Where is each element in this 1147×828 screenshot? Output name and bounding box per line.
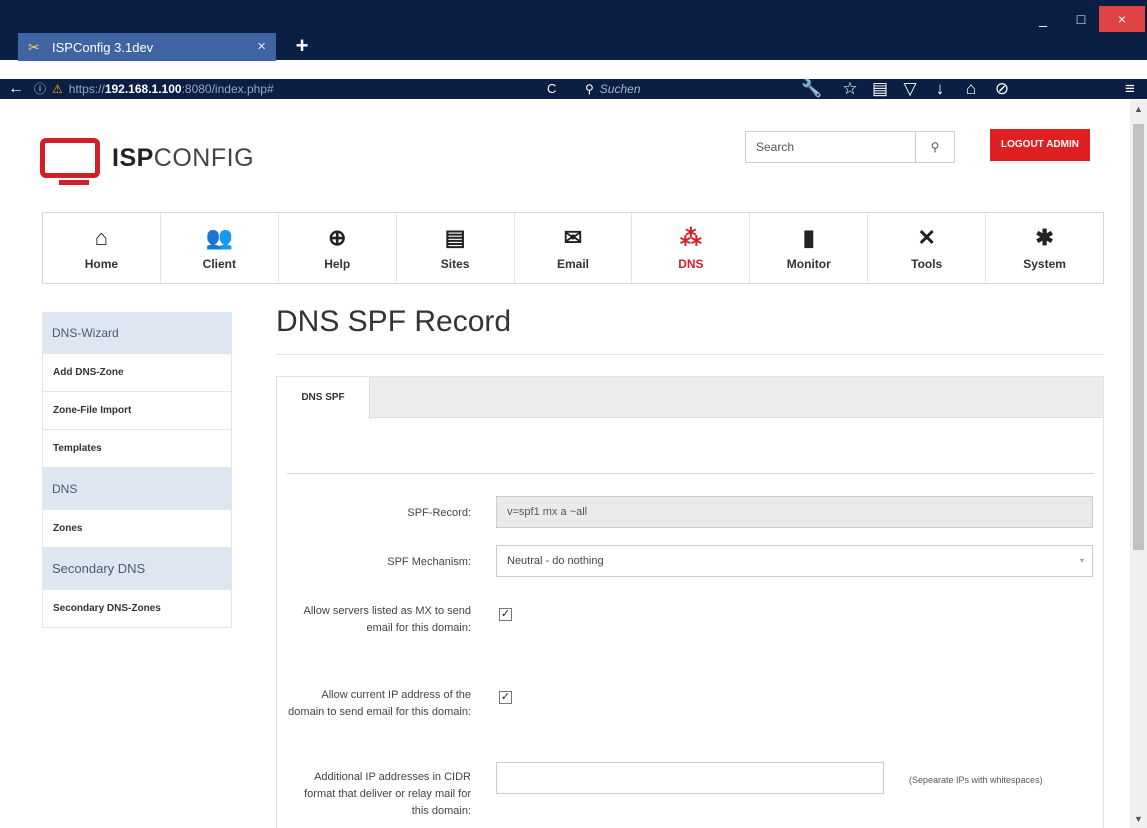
- nav-label: Sites: [440, 257, 470, 271]
- pocket-icon[interactable]: ▽: [898, 78, 922, 100]
- nav-label: Help: [324, 257, 351, 271]
- sidebar-item-zones[interactable]: Zones: [42, 510, 232, 548]
- additional-ip-input[interactable]: [496, 762, 884, 794]
- panel-tab-bar: [277, 377, 1103, 418]
- ispconfig-favicon-icon: ✂: [28, 38, 40, 55]
- dns-network-icon: ⁂: [679, 225, 702, 250]
- url-bar[interactable]: ⓘ ⚠ https:// 192.168.1.100 :8080/index.p…: [34, 80, 580, 98]
- spf-mechanism-value: Neutral - do nothing: [507, 555, 604, 567]
- sidebar-item-templates[interactable]: Templates: [42, 430, 232, 468]
- insecure-lock-icon[interactable]: ⚠: [52, 80, 63, 98]
- spf-record-label: SPF-Record:: [407, 507, 471, 519]
- allow-mx-checkbox[interactable]: ✓: [499, 608, 512, 621]
- allow-mx-label: Allow servers listed as MX to send email…: [303, 605, 471, 634]
- monitor-logo-icon: [40, 138, 100, 185]
- form-divider: [287, 473, 1094, 474]
- nav-label: Tools: [911, 257, 943, 271]
- info-icon[interactable]: ⓘ: [34, 80, 46, 98]
- url-scheme: https://: [68, 82, 105, 96]
- nav-label: Email: [557, 257, 590, 271]
- form-panel: DNS SPF SPF-Record: v=spf1 mx a ~all SPF…: [276, 376, 1104, 828]
- scroll-down-arrow-icon[interactable]: ▼: [1130, 814, 1147, 824]
- tab-close-icon[interactable]: ×: [257, 38, 266, 55]
- home-icon[interactable]: ⌂: [959, 78, 983, 100]
- logout-button[interactable]: LOGOUT ADMIN: [990, 129, 1090, 161]
- sidebar-item-zone-file-import[interactable]: Zone-File Import: [42, 392, 232, 430]
- sidebar-section-dns: DNS: [42, 468, 232, 510]
- download-icon[interactable]: ↓: [928, 78, 952, 100]
- nav-email[interactable]: ✉ Email: [514, 213, 633, 283]
- allow-ip-label: Allow current IP address of the domain t…: [288, 689, 471, 718]
- tools-icon: ✕: [917, 225, 936, 250]
- spf-record-field[interactable]: v=spf1 mx a ~all: [496, 496, 1093, 528]
- nav-client[interactable]: 👥 Client: [160, 213, 279, 283]
- search-icon: ⚲: [585, 82, 594, 96]
- page-scrollbar[interactable]: ▲ ▼: [1130, 100, 1147, 828]
- page-viewport: ISPCONFIG Search ⚲ LOGOUT ADMIN ⌂ Home 👥…: [0, 100, 1130, 828]
- title-divider: [276, 354, 1104, 355]
- sidebar-section-dns-wizard: DNS-Wizard: [42, 312, 232, 354]
- url-host: 192.168.1.100: [104, 82, 182, 96]
- wrench-icon[interactable]: 🔧: [800, 78, 824, 100]
- browser-search-placeholder: Suchen: [599, 82, 641, 96]
- lifebuoy-icon: ⊕: [328, 225, 347, 250]
- browser-tab[interactable]: ✂ ISPConfig 3.1dev ×: [18, 33, 276, 61]
- window-maximize-button[interactable]: □: [1062, 6, 1100, 32]
- bookmark-star-icon[interactable]: ☆: [838, 78, 862, 100]
- nav-label: Client: [202, 257, 236, 271]
- gear-icon: ✱: [1035, 225, 1054, 250]
- sites-icon: ▤: [444, 225, 466, 250]
- ispconfig-logo[interactable]: ISPCONFIG: [40, 136, 255, 185]
- nav-label: Monitor: [786, 257, 831, 271]
- sidebar-item-secondary-dns-zones[interactable]: Secondary DNS-Zones: [42, 590, 232, 628]
- tab-dns-spf[interactable]: DNS SPF: [277, 377, 370, 419]
- nav-label: Home: [84, 257, 119, 271]
- addon-icon[interactable]: ⊘: [990, 78, 1014, 100]
- users-icon: 👥: [205, 225, 234, 250]
- url-path: :8080/index.php#: [181, 82, 274, 96]
- window-close-button[interactable]: ×: [1099, 6, 1145, 32]
- scroll-thumb[interactable]: [1133, 124, 1144, 550]
- new-tab-button[interactable]: +: [288, 34, 316, 60]
- nav-tools[interactable]: ✕ Tools: [868, 213, 987, 283]
- envelope-icon: ✉: [563, 225, 583, 250]
- reader-list-icon[interactable]: ▤: [868, 78, 892, 100]
- nav-system[interactable]: ✱ System: [986, 213, 1104, 283]
- server-icon: ▮: [802, 225, 815, 250]
- tab-title: ISPConfig 3.1dev: [52, 39, 154, 55]
- logo-text: ISPCONFIG: [112, 143, 255, 172]
- nav-help[interactable]: ⊕ Help: [278, 213, 397, 283]
- allow-ip-checkbox[interactable]: ✓: [499, 691, 512, 704]
- reload-icon[interactable]: C: [547, 80, 556, 98]
- additional-ip-label: Additional IP addresses in CIDR format t…: [304, 771, 471, 817]
- back-arrow-icon[interactable]: ←: [8, 79, 28, 99]
- scroll-up-arrow-icon[interactable]: ▲: [1130, 104, 1147, 114]
- nav-home[interactable]: ⌂ Home: [43, 213, 161, 283]
- chevron-down-icon: ▾: [1079, 556, 1084, 565]
- search-input[interactable]: Search: [745, 131, 915, 163]
- sidebar-item-add-dns-zone[interactable]: Add DNS-Zone: [42, 354, 232, 392]
- spf-mechanism-label: SPF Mechanism:: [387, 556, 471, 568]
- nav-monitor[interactable]: ▮ Monitor: [750, 213, 869, 283]
- spf-mechanism-select[interactable]: Neutral - do nothing ▾: [496, 545, 1093, 577]
- main-navigation: ⌂ Home 👥 Client ⊕ Help ▤ Sites ✉ Email ⁂…: [42, 212, 1104, 284]
- browser-search-field[interactable]: ⚲ Suchen: [585, 80, 790, 98]
- additional-ip-hint: (Sepearate IPs with whitespaces): [909, 775, 1043, 785]
- nav-dns[interactable]: ⁂ DNS: [632, 213, 751, 283]
- home-icon: ⌂: [94, 225, 109, 250]
- sidebar-section-secondary-dns: Secondary DNS: [42, 548, 232, 590]
- search-button[interactable]: ⚲: [915, 131, 955, 163]
- nav-sites[interactable]: ▤ Sites: [396, 213, 515, 283]
- page-title: DNS SPF Record: [276, 305, 512, 338]
- nav-label: DNS: [678, 257, 704, 271]
- sidebar: DNS-Wizard Add DNS-Zone Zone-File Import…: [42, 312, 232, 628]
- window-minimize-button[interactable]: _: [1024, 6, 1062, 32]
- nav-label: System: [1023, 257, 1066, 271]
- menu-icon[interactable]: ≡: [1118, 78, 1142, 100]
